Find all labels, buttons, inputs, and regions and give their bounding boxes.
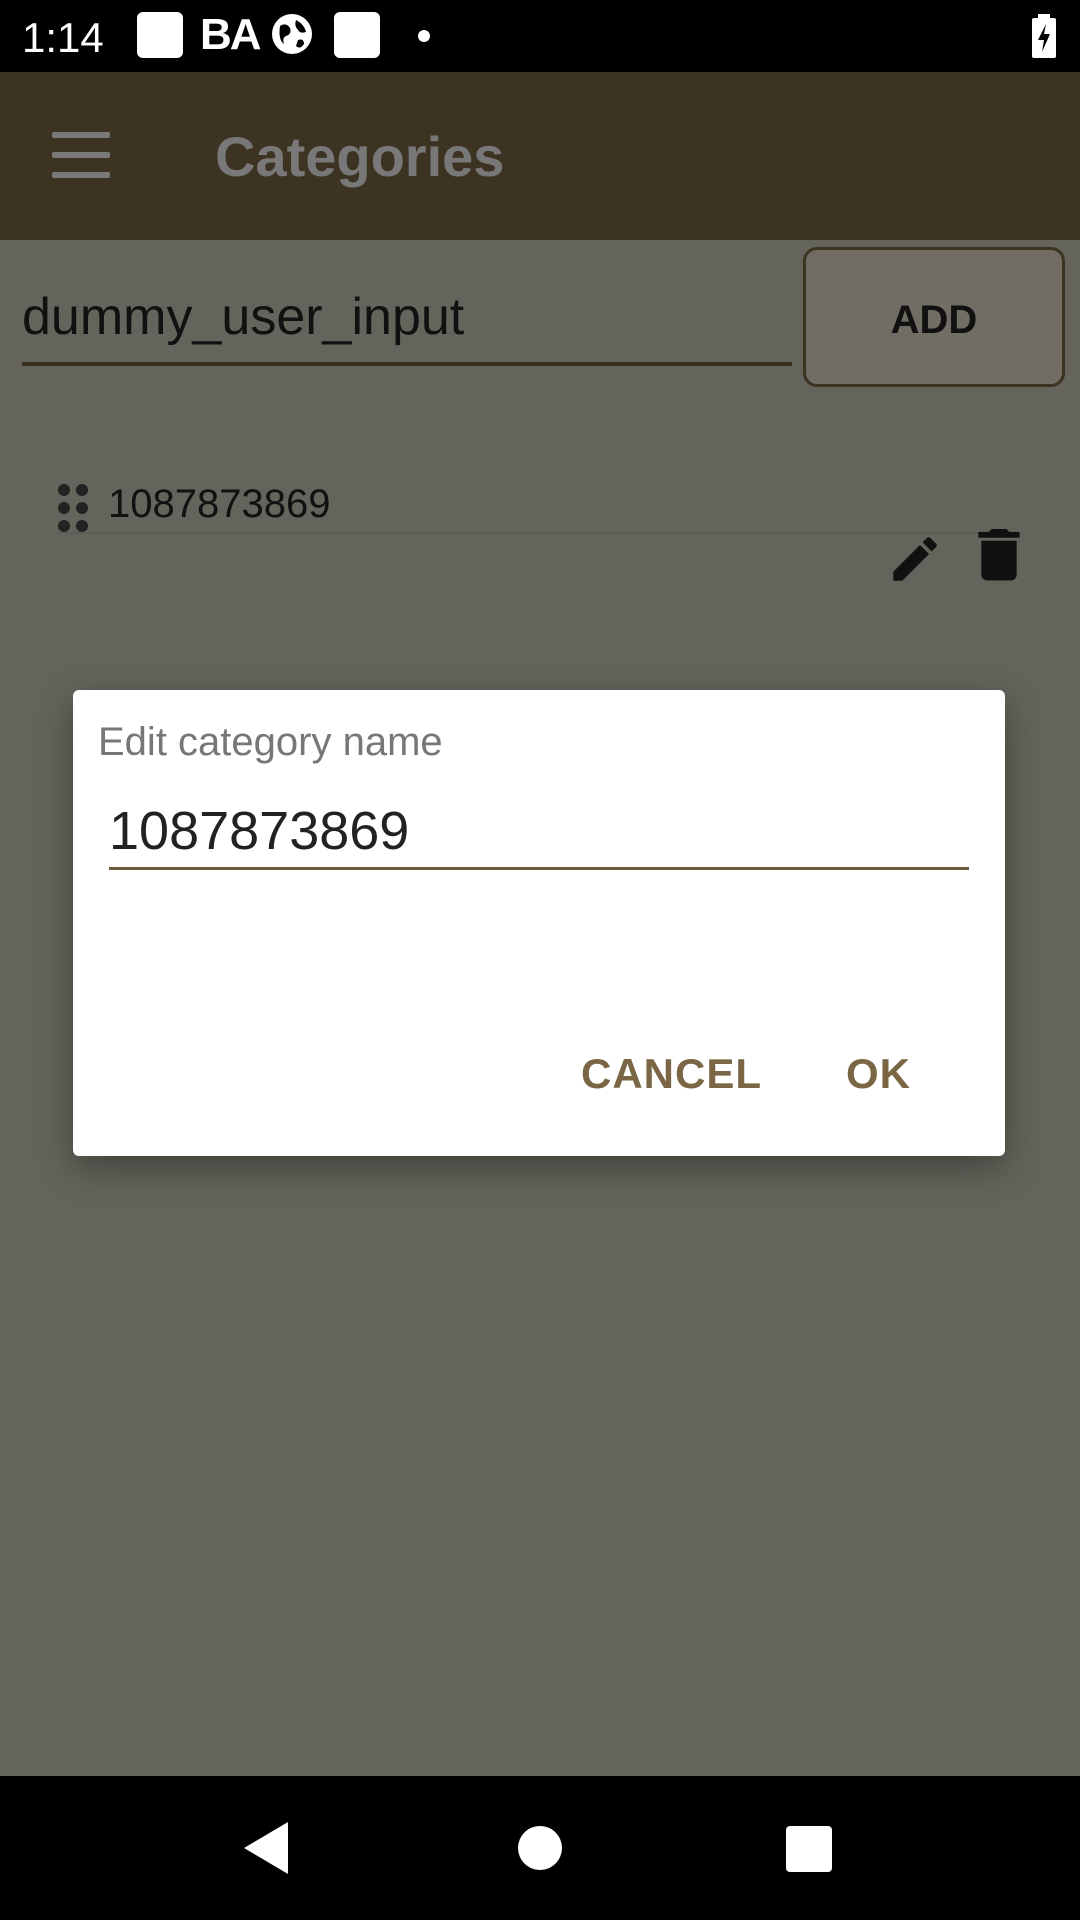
dialog-title: Edit category name [98, 720, 443, 764]
globe-icon [272, 14, 312, 54]
recent-apps-icon[interactable] [786, 1826, 832, 1872]
notification-square-icon [137, 12, 183, 58]
carrier-label: BA [200, 10, 262, 59]
status-time: 1:14 [22, 14, 104, 61]
back-icon[interactable] [242, 1820, 290, 1876]
dot-icon [418, 30, 430, 42]
navigation-bar [0, 1776, 1080, 1920]
category-name-field[interactable]: 1087873869 [109, 795, 969, 870]
edit-category-dialog: Edit category name 1087873869 CANCEL OK [73, 690, 1005, 1156]
battery-charging-icon [1032, 14, 1056, 58]
notification-square-icon [334, 12, 380, 58]
status-bar: 1:14 BA [0, 0, 1080, 72]
ok-button[interactable]: OK [846, 1050, 911, 1098]
cancel-button[interactable]: CANCEL [581, 1050, 762, 1098]
home-icon[interactable] [518, 1826, 562, 1870]
